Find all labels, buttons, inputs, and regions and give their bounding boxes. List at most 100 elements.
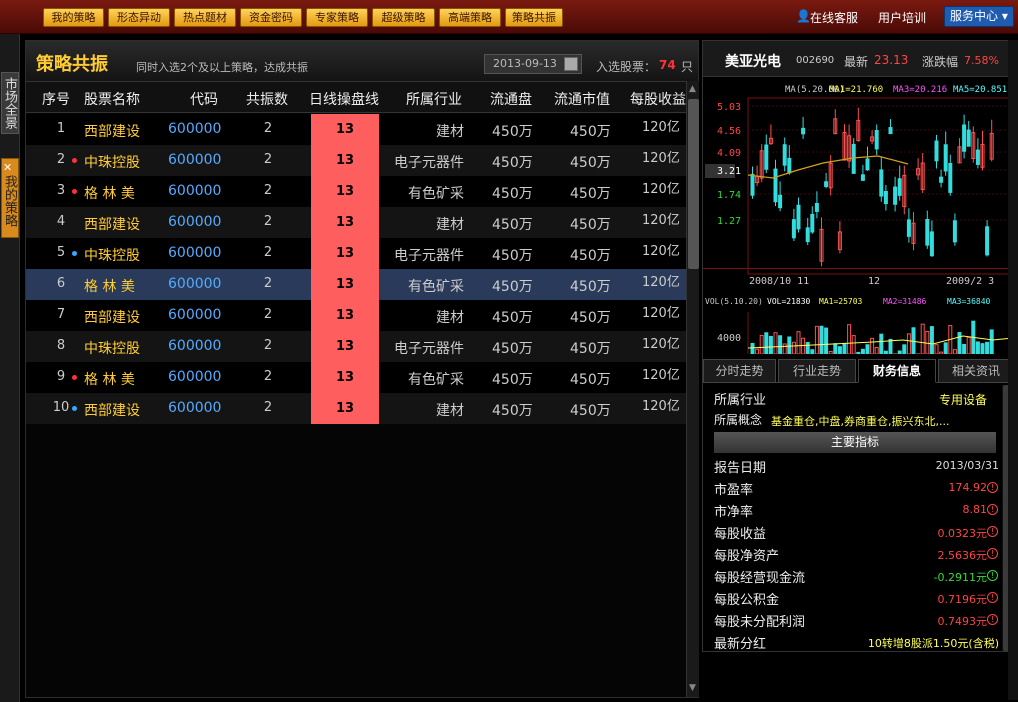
kline-chart[interactable]: MA(5.20.60)MA1=21.760 MA3=20.216 MA5=20.85…	[703, 78, 1015, 354]
volume-bar	[939, 351, 944, 354]
table-row[interactable]: 3格 林 美 600000 2 13 有色矿采 450万 450万 120亿	[26, 176, 686, 207]
table-row[interactable]: 7 西部建设 600000 2 13 建材 450万 450万 120亿	[26, 300, 686, 331]
column-header[interactable]: 代码	[190, 89, 218, 109]
tab-3[interactable]: 相关资讯	[938, 359, 1014, 383]
volume-bar	[824, 327, 829, 354]
user-training-link[interactable]: 用户培训	[878, 9, 926, 26]
table-row[interactable]: 9格 林 美 600000 2 13 有色矿采 450万 450万 120亿	[26, 362, 686, 393]
column-header[interactable]: 流通盘	[490, 89, 532, 109]
online-service-link[interactable]: 在线客服	[810, 9, 858, 26]
info-icon[interactable]: !	[987, 548, 998, 559]
candle-body	[948, 162, 953, 193]
volume-bar	[962, 343, 967, 354]
table-row[interactable]: 8 中珠控股 600000 2 13 电子元器件 450万 450万 120亿	[26, 331, 686, 362]
info-icon[interactable]: !	[987, 614, 998, 625]
candle-body	[883, 191, 888, 205]
info-icon[interactable]: !	[987, 526, 998, 537]
info-icon[interactable]: !	[987, 570, 998, 581]
toolbar-button[interactable]: 策略共振	[505, 8, 563, 27]
row-number: 1	[56, 121, 66, 136]
volume-bar	[759, 334, 764, 354]
candle-body	[897, 178, 902, 196]
volume-bar	[980, 343, 985, 354]
price-tick: 4.09	[717, 148, 741, 159]
toolbar-button[interactable]: 形态异动	[108, 8, 170, 27]
column-header[interactable]: 股票名称	[84, 89, 140, 109]
online-service-icon[interactable]: 👤	[796, 9, 811, 23]
info-icon[interactable]: !	[987, 592, 998, 603]
daily-line-value: 13	[311, 269, 379, 300]
table-row[interactable]: 4 西部建设 600000 2 13 建材 450万 450万 120亿	[26, 207, 686, 238]
finance-value: 174.92	[948, 481, 988, 494]
section-header[interactable]: 主要指标	[714, 432, 996, 453]
toolbar-button[interactable]: 我的策略	[43, 8, 104, 27]
column-header[interactable]: 共振数	[246, 89, 288, 109]
stock-name: 西部建设	[84, 124, 140, 140]
volume-bar	[810, 349, 815, 354]
service-center-button[interactable]: 服务中心 ▾	[944, 6, 1014, 27]
table-row[interactable]: 1 西部建设 600000 2 13 建材 450万 450万 120亿	[26, 114, 686, 145]
column-header[interactable]: 日线操盘线	[309, 89, 379, 109]
resonance-count: 2	[263, 369, 273, 384]
detail-tabs: 分时走势 行业走势 财务信息 相关资讯	[703, 359, 1015, 383]
tab-0[interactable]: 分时走势	[703, 359, 776, 383]
row-number: 7	[56, 307, 66, 322]
tab-market-overview[interactable]: 市场全景	[1, 72, 19, 134]
ma-line	[747, 155, 909, 179]
eps-value: 120亿	[642, 275, 680, 290]
float-shares: 450万	[492, 248, 533, 264]
page-subtitle: 同时入选2个及以上策略，达成共振	[136, 61, 308, 74]
eps-value: 120亿	[642, 306, 680, 321]
toolbar-button[interactable]: 热点题材	[174, 8, 236, 27]
volume-bar	[966, 336, 971, 354]
candle-body	[750, 173, 755, 196]
candle-body	[943, 144, 948, 172]
info-icon[interactable]: !	[987, 504, 998, 515]
stocks-unit: 只	[681, 60, 694, 74]
vol-label: VOL(5.10.20)	[705, 297, 763, 306]
row-number: 4	[56, 214, 66, 229]
status-dot-icon	[72, 158, 77, 163]
scroll-thumb[interactable]	[688, 99, 699, 269]
info-icon[interactable]: !	[987, 482, 998, 493]
calendar-icon[interactable]	[564, 57, 578, 71]
table-row[interactable]: 5 中珠控股 600000 2 13 电子元器件 450万 450万 120亿	[26, 238, 686, 269]
table-row[interactable]: 10 西部建设 600000 2 13 建材 450万 450万 120亿	[26, 393, 686, 424]
status-dot-icon	[72, 251, 77, 256]
candle-body	[952, 220, 957, 243]
float-shares: 450万	[492, 310, 533, 326]
scroll-up-icon[interactable]: ▲	[689, 84, 696, 94]
toolbar-button[interactable]: 资金密码	[240, 8, 302, 27]
column-header[interactable]: 流通市值	[554, 89, 610, 109]
status-dot-icon	[72, 406, 77, 411]
table-row[interactable]: 6 格 林 美 600000 2 13 有色矿采 450万 450万 120亿	[26, 269, 686, 300]
volume-bar	[952, 349, 957, 354]
toolbar-button[interactable]: 超级策略	[372, 8, 435, 27]
stock-name: 中珠控股	[84, 248, 140, 264]
stock-code: 600000	[168, 369, 222, 385]
column-header[interactable]: 所属行业	[406, 89, 462, 109]
float-shares: 450万	[492, 155, 533, 171]
daily-line-value: 13	[311, 114, 379, 145]
toolbar-button[interactable]: 专家策略	[306, 8, 368, 27]
table-row[interactable]: 2 中珠控股 600000 2 13 电子元器件 450万 450万 120亿	[26, 145, 686, 176]
column-header[interactable]: 每股收益	[630, 89, 686, 109]
toolbar-button[interactable]: 高端策略	[439, 8, 501, 27]
volume-bar	[768, 335, 773, 354]
tab-2[interactable]: 财务信息	[858, 359, 936, 383]
table-scrollbar[interactable]: ▲ ▼	[686, 81, 699, 697]
change-label: 涨跌幅	[922, 55, 959, 69]
candle-body	[791, 219, 796, 239]
page-scrollbar[interactable]	[1008, 40, 1018, 700]
column-header[interactable]: 序号	[42, 89, 70, 109]
quote-header: 美亚光电 002690 最新 23.13 涨跌幅 7.58%	[703, 41, 1015, 77]
scroll-down-icon[interactable]: ▼	[689, 683, 696, 693]
volume-bar	[764, 332, 769, 354]
date-tick: 12	[868, 276, 880, 287]
resonance-count: 2	[263, 121, 273, 136]
tab-1[interactable]: 行业走势	[778, 359, 856, 383]
volume-bar	[814, 325, 819, 354]
close-icon[interactable]: ✕	[3, 161, 12, 174]
candle-body	[851, 143, 856, 174]
eps-value: 120亿	[642, 213, 680, 228]
